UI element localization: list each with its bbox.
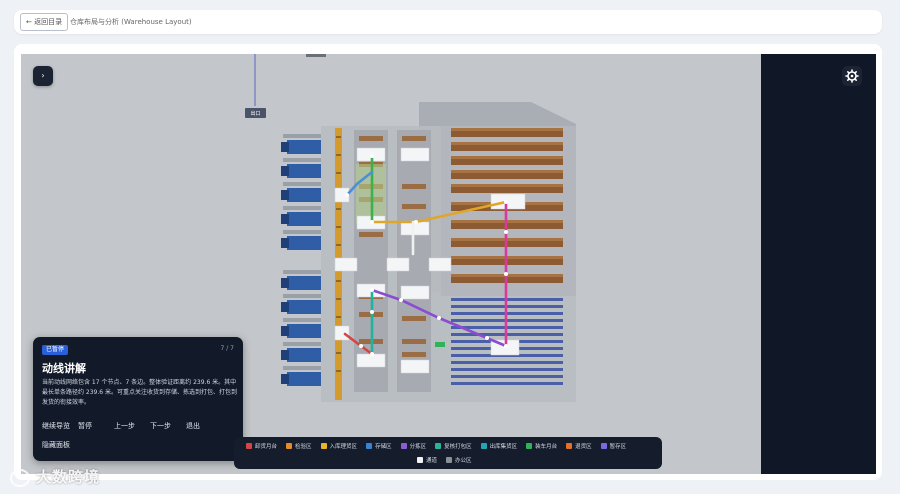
legend-item: 出库集货区 bbox=[480, 442, 518, 450]
narration-title: 动线讲解 bbox=[42, 362, 86, 375]
legend-row-other: 通道 办公区 bbox=[417, 456, 481, 464]
continue-tour-button[interactable]: 继续导览 bbox=[42, 420, 78, 432]
step-counter: 7 / 7 bbox=[220, 345, 234, 352]
legend-label: 暂存区 bbox=[609, 444, 627, 450]
narration-text: 当前动线网络包含 17 个节点、7 条边。整体验证距离约 239.6 米。其中最… bbox=[42, 379, 237, 406]
legend-item: 入库理货区 bbox=[320, 442, 358, 450]
legend-swatch bbox=[246, 443, 252, 449]
legend-swatch bbox=[435, 443, 442, 449]
paused-badge: 已暂停 bbox=[42, 345, 69, 355]
legend-item: 退货区 bbox=[566, 442, 592, 450]
watermark: 大数跨境 bbox=[36, 468, 101, 486]
back-to-catalog-button[interactable]: ← 返回目录 bbox=[20, 13, 69, 31]
exit-label: 出口 bbox=[250, 110, 260, 117]
legend-swatch bbox=[400, 443, 407, 449]
legend-item: 检验区 bbox=[286, 442, 312, 450]
legend-swatch bbox=[320, 443, 327, 449]
zone-legend: 卸货月台 检验区 入库理货区 存储区 分拣区 复核打包区 出库集货区 装车月台 退货区 暂存区 通… bbox=[234, 437, 662, 469]
legend-item: 暂存区 bbox=[600, 442, 627, 450]
pause-button[interactable]: 暂停 bbox=[78, 420, 114, 432]
legend-swatch bbox=[480, 443, 487, 449]
legend-swatch bbox=[446, 457, 453, 463]
previous-step-button[interactable]: 上一步 bbox=[114, 420, 150, 432]
narration-controls: 继续导览 暂停 上一步 下一步 退出 bbox=[42, 420, 222, 432]
legend-label: 办公区 bbox=[455, 458, 472, 464]
exit-tour-button[interactable]: 退出 bbox=[186, 420, 222, 432]
right-info-panel bbox=[761, 54, 876, 474]
hide-panel-button[interactable]: 隐藏面板 bbox=[42, 440, 70, 450]
legend-label: 分拣区 bbox=[409, 444, 427, 450]
legend-label: 退货区 bbox=[575, 444, 592, 450]
legend-item: 办公区 bbox=[446, 456, 472, 464]
legend-label: 装车月台 bbox=[535, 444, 558, 450]
legend-swatch bbox=[366, 443, 373, 449]
legend-item: 卸货月台 bbox=[246, 442, 277, 450]
watermark-logo-icon bbox=[10, 469, 30, 487]
legend-row-zones: 卸货月台 检验区 入库理货区 存储区 分拣区 复核打包区 出库集货区 装车月台 退货区 暂存区 bbox=[246, 442, 635, 450]
sidebar-toggle-button[interactable]: › bbox=[33, 66, 53, 86]
legend-swatch bbox=[600, 443, 607, 449]
legend-swatch bbox=[526, 443, 533, 449]
legend-item: 装车月台 bbox=[526, 442, 557, 450]
legend-swatch bbox=[286, 443, 293, 449]
legend-label: 入库理货区 bbox=[329, 444, 358, 450]
gear-icon bbox=[845, 69, 859, 83]
top-bar: ← 返回目录 仓库布局与分析 (Warehouse Layout) bbox=[14, 10, 882, 34]
legend-swatch bbox=[566, 443, 573, 449]
legend-label: 存储区 bbox=[375, 444, 392, 450]
chevron-right-icon: › bbox=[41, 71, 45, 80]
legend-item: 复核打包区 bbox=[435, 442, 472, 450]
legend-item: 分拣区 bbox=[400, 442, 427, 450]
loading-trucks bbox=[281, 134, 321, 386]
legend-label: 出库集货区 bbox=[489, 444, 518, 450]
legend-label: 通道 bbox=[426, 458, 438, 464]
legend-item: 存储区 bbox=[366, 442, 392, 450]
legend-item: 通道 bbox=[417, 456, 437, 464]
next-step-button[interactable]: 下一步 bbox=[150, 420, 186, 432]
legend-label: 检验区 bbox=[295, 444, 312, 450]
page-title: 仓库布局与分析 (Warehouse Layout) bbox=[70, 18, 192, 26]
settings-button[interactable] bbox=[842, 66, 862, 86]
legend-label: 卸货月台 bbox=[255, 444, 278, 450]
flow-narration-panel: 已暂停 7 / 7 动线讲解 当前动线网络包含 17 个节点、7 条边。整体验证… bbox=[33, 337, 243, 461]
legend-swatch bbox=[417, 457, 423, 463]
legend-label: 复核打包区 bbox=[444, 444, 472, 450]
